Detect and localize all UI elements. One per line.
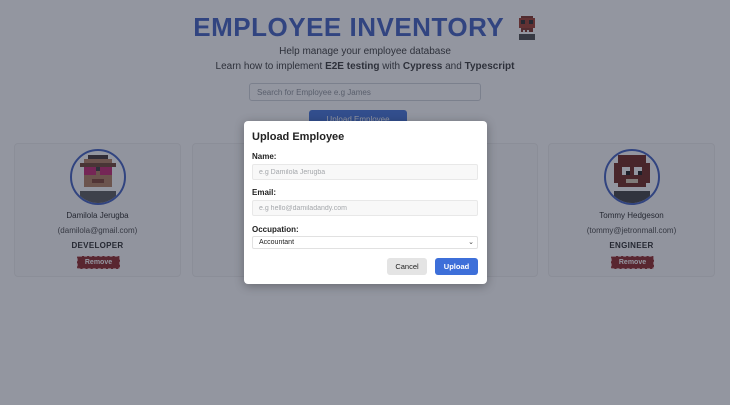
occupation-select[interactable]: Accountant ⌄ bbox=[252, 236, 478, 249]
email-field[interactable] bbox=[252, 200, 478, 216]
occupation-value: Accountant bbox=[259, 239, 295, 246]
upload-employee-modal: Upload Employee Name: Email: Occupation:… bbox=[244, 121, 487, 284]
chevron-down-icon: ⌄ bbox=[468, 239, 474, 246]
modal-title: Upload Employee bbox=[252, 131, 345, 143]
occupation-label: Occupation: bbox=[252, 225, 299, 234]
email-label: Email: bbox=[252, 188, 277, 197]
upload-button[interactable]: Upload bbox=[435, 258, 478, 275]
name-label: Name: bbox=[252, 152, 277, 161]
name-field[interactable] bbox=[252, 164, 478, 180]
cancel-button[interactable]: Cancel bbox=[387, 258, 427, 275]
